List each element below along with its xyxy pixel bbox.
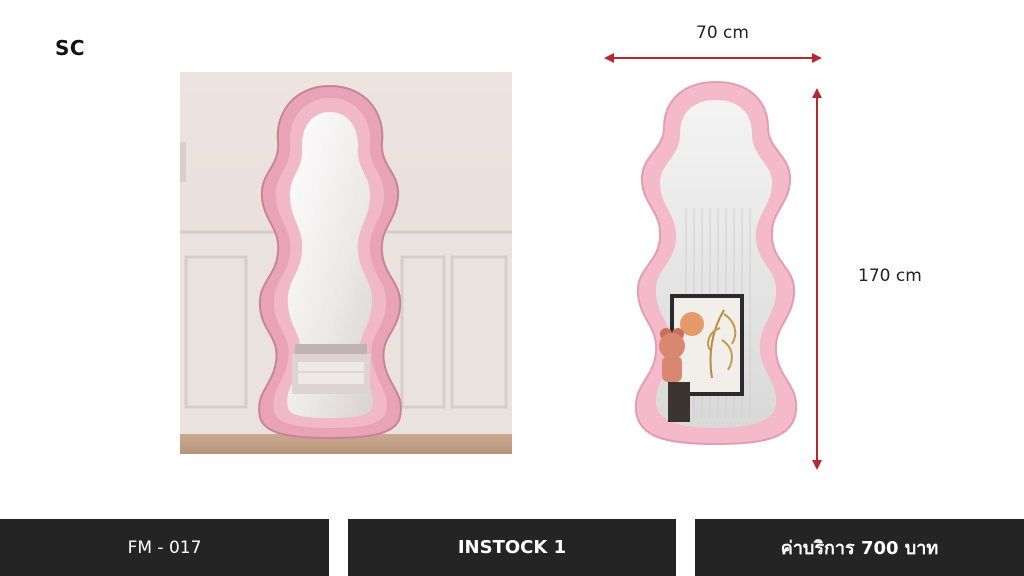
product-code: FM - 017 [127,537,202,558]
price-bar: ค่าบริการ 700 บาท [695,519,1024,576]
product-code-bar: FM - 017 [0,519,329,576]
mirror-room-photo [180,72,512,454]
stock-status: INSTOCK 1 [457,537,567,558]
service-price: ค่าบริการ 700 บาท [780,538,939,559]
dimension-arrows [604,53,822,470]
stock-bar: INSTOCK 1 [348,519,676,576]
mirror-product-photo [628,78,804,456]
width-dimension-label: 70 cm [696,23,749,43]
height-dimension-label: 170 cm [858,266,922,286]
brand-logo: SC [55,36,86,60]
